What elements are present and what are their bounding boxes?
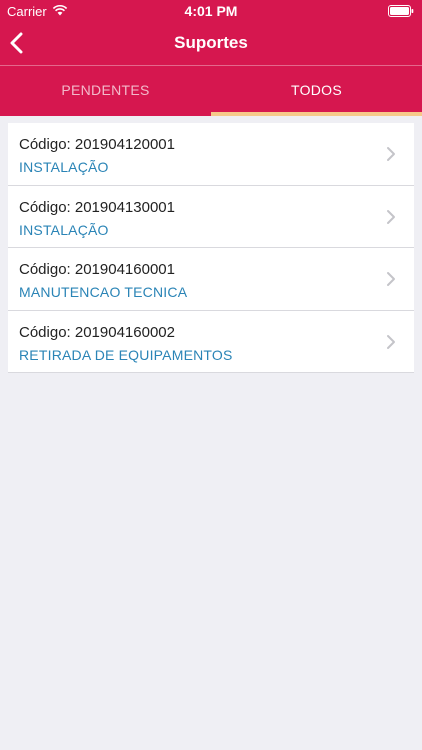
chevron-right-icon bbox=[387, 147, 395, 161]
chevron-right-icon bbox=[387, 209, 395, 224]
list-item[interactable]: Código: 201904130001 INSTALAÇÃO bbox=[8, 186, 414, 248]
app-header: Carrier 4:01 PM Suportes PENDENTES TODOS bbox=[0, 0, 422, 116]
status-bar: Carrier 4:01 PM bbox=[0, 0, 422, 22]
page-title: Suportes bbox=[174, 33, 248, 52]
item-code: Código: 201904160001 bbox=[19, 261, 175, 278]
list-item[interactable]: Código: 201904160001 MANUTENCAO TECNICA bbox=[8, 248, 414, 311]
list-item[interactable]: Código: 201904160002 RETIRADA DE EQUIPAM… bbox=[8, 311, 414, 373]
item-type: RETIRADA DE EQUIPAMENTOS bbox=[19, 346, 233, 363]
tab-pendentes[interactable]: PENDENTES bbox=[0, 66, 211, 116]
item-type: INSTALAÇÃO bbox=[19, 221, 109, 238]
item-code: Código: 201904130001 bbox=[19, 198, 175, 216]
item-type: INSTALAÇÃO bbox=[19, 159, 109, 175]
support-list: Código: 201904120001 INSTALAÇÃO Código: … bbox=[8, 123, 414, 373]
tab-bar: PENDENTES TODOS bbox=[0, 66, 422, 116]
navigation-bar: Suportes bbox=[0, 22, 422, 65]
item-type: MANUTENCAO TECNICA bbox=[19, 284, 188, 300]
item-code: Código: 201904160002 bbox=[19, 323, 175, 341]
active-tab-indicator bbox=[211, 112, 422, 116]
chevron-right-icon bbox=[387, 272, 395, 286]
chevron-right-icon bbox=[387, 334, 395, 349]
list-item[interactable]: Código: 201904120001 INSTALAÇÃO bbox=[8, 123, 414, 186]
tab-todos[interactable]: TODOS bbox=[211, 66, 422, 116]
clock: 4:01 PM bbox=[184, 3, 238, 19]
battery-icon bbox=[388, 5, 414, 17]
item-code: Código: 201904120001 bbox=[19, 136, 175, 153]
